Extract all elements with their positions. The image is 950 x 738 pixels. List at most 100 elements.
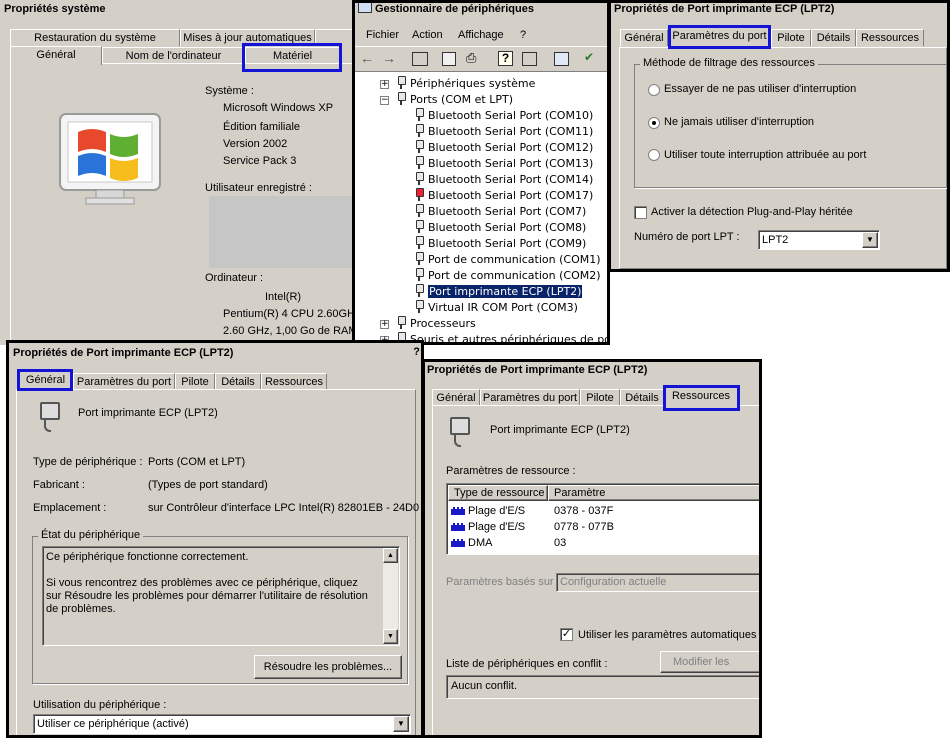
scroll-down-icon[interactable]: ▼ <box>383 629 398 644</box>
chevron-down-icon[interactable]: ▼ <box>862 232 878 248</box>
show-hide-icon[interactable] <box>522 52 537 66</box>
port-icon <box>414 108 424 121</box>
tree-item[interactable]: Bluetooth Serial Port (COM12) <box>414 140 593 156</box>
tree-item[interactable]: Port imprimante ECP (LPT2) <box>414 284 583 300</box>
tree-item[interactable]: − Ports (COM et LPT) <box>380 92 513 108</box>
expand-icon[interactable]: + <box>380 320 389 329</box>
properties-icon[interactable] <box>442 52 456 66</box>
troubleshoot-button[interactable]: Résoudre les problèmes... <box>254 655 402 679</box>
based-on-label: Paramètres basés sur : <box>446 576 560 588</box>
lpt-number-select[interactable]: LPT2 ▼ <box>758 230 880 250</box>
modify-settings-label: Modifier les paramètres... <box>673 656 730 668</box>
tree-item[interactable]: Bluetooth Serial Port (COM17) <box>414 188 593 204</box>
menu-help[interactable]: ? <box>520 29 526 41</box>
collapse-icon[interactable]: − <box>380 96 389 105</box>
device-manager-window: Gestionnaire de périphériques Fichier Ac… <box>354 0 608 347</box>
status-line: Si vous rencontrez des problèmes avec ce… <box>46 577 368 615</box>
tree-item[interactable]: Bluetooth Serial Port (COM9) <box>414 236 586 252</box>
window-title: Propriétés de Port imprimante ECP (LPT2) <box>424 361 760 379</box>
device-name: Port imprimante ECP (LPT2) <box>78 407 218 419</box>
tree-item-label: Virtual IR COM Port (COM3) <box>428 301 578 314</box>
tree-item[interactable]: Bluetooth Serial Port (COM7) <box>414 204 586 220</box>
legacy-pnp-checkbox[interactable] <box>634 206 647 219</box>
chevron-down-icon[interactable]: ▼ <box>393 716 409 732</box>
resource-type: Plage d'E/S <box>468 505 526 517</box>
menu-action[interactable]: Action <box>412 29 443 41</box>
tab-port-settings[interactable]: Paramètres du port <box>480 389 580 406</box>
column-header-type[interactable]: Type de ressource <box>448 485 548 501</box>
port-settings-tab-highlight <box>668 25 771 49</box>
system-line: Microsoft Windows XP <box>223 102 334 114</box>
status-scrollbar[interactable]: ▲ ▼ <box>383 548 398 644</box>
tab-general[interactable]: Général <box>10 46 102 65</box>
resources-tab-highlight <box>663 385 740 411</box>
tree-item[interactable]: Bluetooth Serial Port (COM13) <box>414 156 593 172</box>
auto-settings-checkbox[interactable]: ✓ <box>560 628 573 641</box>
tree-item-label: Port de communication (COM2) <box>428 269 601 282</box>
console-tree-icon[interactable] <box>412 52 428 66</box>
radio-never-interrupt[interactable] <box>648 117 660 129</box>
port-icon <box>414 188 424 201</box>
radio-avoid-interrupt[interactable] <box>648 84 660 96</box>
tab-driver[interactable]: Pilote <box>771 29 811 46</box>
tab-general[interactable]: Général <box>432 389 480 406</box>
menu-view[interactable]: Affichage <box>458 29 504 41</box>
general-tab-window: Propriétés de Port imprimante ECP (LPT2)… <box>8 342 422 738</box>
location-label: Emplacement : <box>33 502 107 514</box>
tree-item-label: Bluetooth Serial Port (COM17) <box>428 189 594 202</box>
scan-hardware-icon[interactable] <box>554 52 569 66</box>
column-header-setting[interactable]: Paramètre <box>548 485 760 501</box>
tree-item[interactable]: + Processeurs <box>380 316 476 332</box>
tab-general[interactable]: Général <box>620 29 668 46</box>
tab-details[interactable]: Détails <box>215 373 261 390</box>
tree-item[interactable]: Bluetooth Serial Port (COM11) <box>414 124 593 140</box>
window-title: Propriétés de Port imprimante ECP (LPT2) <box>8 344 422 362</box>
tab-port-settings[interactable]: Paramètres du port <box>73 373 175 390</box>
print-icon[interactable]: ⎙ <box>466 50 484 66</box>
forward-arrow-icon[interactable]: → <box>382 50 400 66</box>
tab-driver[interactable]: Pilote <box>175 373 215 390</box>
back-arrow-icon[interactable]: ← <box>360 50 378 66</box>
tree-item[interactable]: Port de communication (COM1) <box>414 252 601 268</box>
port-icon <box>414 204 424 217</box>
column-header-type-label: Type de ressource <box>454 487 545 499</box>
tree-item[interactable]: Bluetooth Serial Port (COM8) <box>414 220 586 236</box>
port-icon <box>414 156 424 169</box>
tree-item[interactable]: + Périphériques système <box>380 76 535 92</box>
tree-item[interactable]: +Souris et autres périphériques de point… <box>380 332 608 347</box>
lpt-number-value: LPT2 <box>762 234 789 246</box>
tab-details[interactable]: Détails <box>811 29 856 46</box>
conflict-list: Aucun conflit. <box>446 675 760 699</box>
scroll-up-icon[interactable]: ▲ <box>383 548 398 563</box>
table-row[interactable]: Plage d'E/S 0778 - 077B <box>451 519 760 535</box>
tree-item[interactable]: Virtual IR COM Port (COM3) <box>414 300 578 316</box>
help-icon[interactable]: ? <box>498 51 513 66</box>
table-row[interactable]: Plage d'E/S 0378 - 037F <box>451 503 760 519</box>
device-usage-select[interactable]: Utiliser ce périphérique (activé) ▼ <box>33 714 411 734</box>
system-properties-window: Propriétés système Restauration du systè… <box>0 0 360 345</box>
computer-line: Intel(R) <box>265 291 302 303</box>
table-row[interactable]: DMA 03 <box>451 535 760 551</box>
tab-computer-name[interactable]: Nom de l'ordinateur <box>102 47 245 64</box>
device-manager-icon <box>358 1 372 13</box>
port-icon <box>414 268 424 281</box>
update-driver-icon[interactable]: ✔ <box>584 50 602 66</box>
tab-resources[interactable]: Ressources <box>856 29 924 46</box>
resource-settings-label: Paramètres de ressource : <box>446 465 576 477</box>
window-title-text: Gestionnaire de périphériques <box>375 3 534 15</box>
tab-driver[interactable]: Pilote <box>580 389 620 406</box>
port-settings-panel: Méthode de filtrage des ressources Essay… <box>619 47 950 269</box>
resource-table: Type de ressource Paramètre Plage d'E/S 0… <box>446 483 760 555</box>
tree-item[interactable]: Bluetooth Serial Port (COM14) <box>414 172 593 188</box>
tab-resources[interactable]: Ressources <box>261 373 327 390</box>
tab-system-restore[interactable]: Restauration du système <box>10 29 180 46</box>
tree-item-label: Bluetooth Serial Port (COM14) <box>428 173 594 186</box>
menu-file[interactable]: Fichier <box>366 29 399 41</box>
tree-item-label: Bluetooth Serial Port (COM8) <box>428 221 587 234</box>
tab-details[interactable]: Détails <box>620 389 664 406</box>
help-glyph[interactable]: ? <box>413 346 420 358</box>
tree-item[interactable]: Bluetooth Serial Port (COM10) <box>414 108 593 124</box>
expand-icon[interactable]: + <box>380 80 389 89</box>
tree-item[interactable]: Port de communication (COM2) <box>414 268 601 284</box>
radio-any-interrupt[interactable] <box>648 149 660 161</box>
